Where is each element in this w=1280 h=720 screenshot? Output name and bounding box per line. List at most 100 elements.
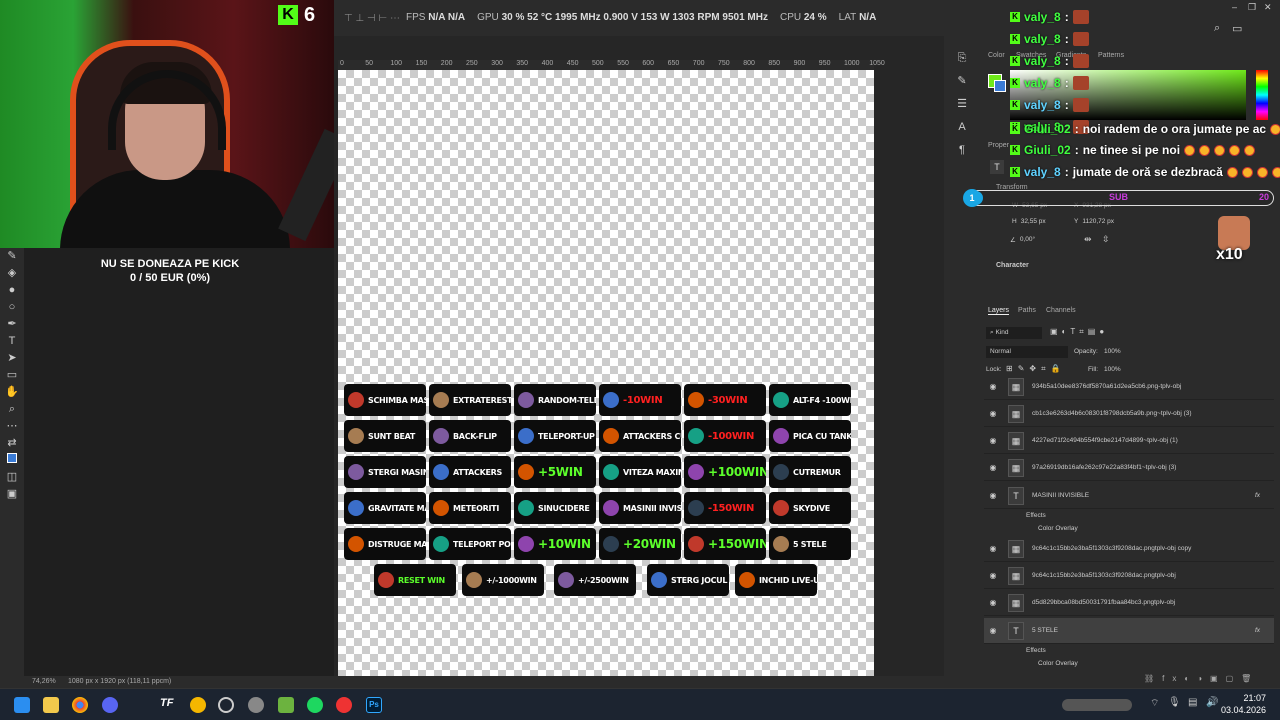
action-button[interactable]: BACK-FLIP [429,420,511,452]
g-app-icon[interactable] [218,697,234,713]
discord-icon[interactable] [102,697,118,713]
action-button[interactable]: TELEPORT POSCARIE [429,528,511,560]
close-icon[interactable]: ✕ [1264,2,1272,13]
history-icon[interactable]: ⎘ [950,50,974,67]
fill-value[interactable]: 100% [1104,366,1121,373]
action-button[interactable]: SKYDIVE [769,492,851,524]
hue-slider[interactable] [1256,70,1268,120]
visibility-eye-icon[interactable]: ◉ [984,436,1002,445]
search-icon[interactable]: ⌕ [1214,22,1220,35]
color-swatch-icon[interactable] [0,452,24,469]
zoom-level[interactable]: 74,26% [32,678,56,685]
action-button[interactable]: -30WIN [684,384,766,416]
action-button[interactable]: ALT-F4 -100WIN [769,384,851,416]
file-explorer-icon[interactable] [43,697,59,713]
paragraph-panel-icon[interactable]: ¶ [950,142,974,159]
action-button[interactable]: SUNT BEAT [344,420,426,452]
screen-mode-icon[interactable]: ▣ [0,486,24,503]
action-button[interactable]: 5 STELE [769,528,851,560]
action-button[interactable]: ATTACKERS CU ARME [599,420,681,452]
wifi-icon[interactable]: ⌔ [1150,697,1166,713]
action-button[interactable]: +/-2500WIN [554,564,636,596]
taskbar-clock[interactable]: 21:07 03.04.2026 [1221,692,1266,716]
layer-row[interactable]: ◉ T MASINII INVISIBLE fx [984,483,1274,509]
swap-colors-icon[interactable]: ⇄ [0,435,24,452]
network-icon[interactable]: ▤ [1188,697,1204,713]
brush-tool-icon[interactable]: ✎ [0,248,24,265]
hand-tool-icon[interactable]: ✋ [0,384,24,401]
action-button[interactable]: +5WIN [514,456,596,488]
coin-app-icon[interactable] [190,697,206,713]
more-tools-icon[interactable]: ⋯ [0,418,24,435]
layer-row[interactable]: ◉ ▦ 9c64c1c15bb2e3ba5f1303c3f9208dac.pngtp… [984,536,1274,562]
layer-filter-kind[interactable]: ⌕ Kind [986,327,1042,339]
layer-row[interactable]: ◉ ▦ d5d829bbca08bd50031791fbaa84bc3.pngtpl… [984,590,1274,616]
flip-vertical-icon[interactable]: ⇳ [1102,234,1110,245]
action-button[interactable]: SCHIMBA MASINA [344,384,426,416]
tab-layers[interactable]: Layers [988,307,1010,315]
h-value[interactable]: 32,55 px [1021,218,1046,225]
tf-app-icon[interactable]: TF [160,697,176,713]
action-button[interactable]: ATTACKERS [429,456,511,488]
quick-mask-icon[interactable]: ◫ [0,469,24,486]
y-value[interactable]: 1120,72 px [1082,218,1114,225]
blur-tool-icon[interactable]: ● [0,282,24,299]
obs-icon[interactable] [336,697,352,713]
action-button[interactable]: PICA CU TANK-URI [769,420,851,452]
action-button[interactable]: GRAVITATE MARE [344,492,426,524]
tab-patterns[interactable]: Patterns [1098,52,1124,59]
effects-row[interactable]: Effects [1026,647,1046,654]
action-button[interactable]: METEORITI [429,492,511,524]
action-button[interactable]: +20WIN [599,528,681,560]
layer-fx-icon[interactable]: fx [1255,492,1260,499]
minimize-icon[interactable]: – [1232,2,1237,12]
action-button[interactable]: +100WIN [684,456,766,488]
visibility-eye-icon[interactable]: ◉ [984,382,1002,391]
action-button[interactable]: -100WIN [684,420,766,452]
background-color-swatch[interactable] [994,80,1006,92]
gamepad-icon[interactable] [248,697,264,713]
rectangle-tool-icon[interactable]: ▭ [0,367,24,384]
color-overlay-row[interactable]: Color Overlay [1038,525,1078,532]
layer-row[interactable]: ◉ ▦ 934b5a10dee8376df5870a61d2ea5cb6.png-t… [984,374,1274,400]
photoshop-icon[interactable]: Ps [366,697,382,713]
zoom-tool-icon[interactable]: ⌕ [0,401,24,418]
action-button[interactable]: VITEZA MAXIMA [599,456,681,488]
tab-color[interactable]: Color [988,52,1005,59]
tab-channels[interactable]: Channels [1046,307,1076,314]
layer-filter-icons[interactable]: ▣◐T⌗▤● [1050,327,1108,337]
visibility-eye-icon[interactable]: ◉ [984,409,1002,418]
action-button[interactable]: MASINII INVISIBLE [599,492,681,524]
angle-value[interactable]: 0,00° [1020,236,1035,244]
action-button[interactable]: STERGI MASINA [344,456,426,488]
action-button[interactable]: EXTRATERESTRII [429,384,511,416]
layer-row[interactable]: ◉ ▦ 9c64c1c15bb2e3ba5f1303c3f9208dac.pngtp… [984,563,1274,589]
action-button[interactable]: TELEPORT-UP -3WIN [514,420,596,452]
visibility-eye-icon[interactable]: ◉ [984,463,1002,472]
bucket-tool-icon[interactable]: ◈ [0,265,24,282]
visibility-eye-icon[interactable]: ◉ [984,571,1002,580]
spotify-icon[interactable] [307,697,323,713]
tray-icons[interactable] [1062,699,1132,711]
visibility-eye-icon[interactable]: ◉ [984,491,1002,500]
action-button[interactable]: DISTRUGE MASINA [344,528,426,560]
rotation-field[interactable]: ∠ 0,00° [1010,236,1035,244]
flip-horizontal-icon[interactable]: ⇹ [1084,234,1092,245]
action-button[interactable]: +150WIN [684,528,766,560]
windows-start-icon[interactable] [14,697,30,713]
character-panel-icon[interactable]: A [950,119,974,136]
action-button[interactable]: -150WIN [684,492,766,524]
chrome-icon[interactable] [72,697,88,713]
pen-tool-icon[interactable]: ✒ [0,316,24,333]
type-tool-icon[interactable]: T [0,333,24,350]
tab-properties[interactable]: Proper [988,142,1009,149]
opacity-value[interactable]: 100% [1104,348,1121,355]
microphone-icon[interactable]: 🎙 [1168,697,1184,713]
action-button[interactable]: +10WIN [514,528,596,560]
layer-row[interactable]: ◉ ▦ cb1c3e6263d4b6c08301f8798dcb5a9b.png~t… [984,401,1274,427]
dodge-tool-icon[interactable]: ○ [0,299,24,316]
action-button[interactable]: RANDOM-TELEPORT [514,384,596,416]
maximize-icon[interactable]: ❐ [1248,2,1256,13]
action-button[interactable]: +/-1000WIN [462,564,544,596]
action-button[interactable]: CUTREMUR [769,456,851,488]
